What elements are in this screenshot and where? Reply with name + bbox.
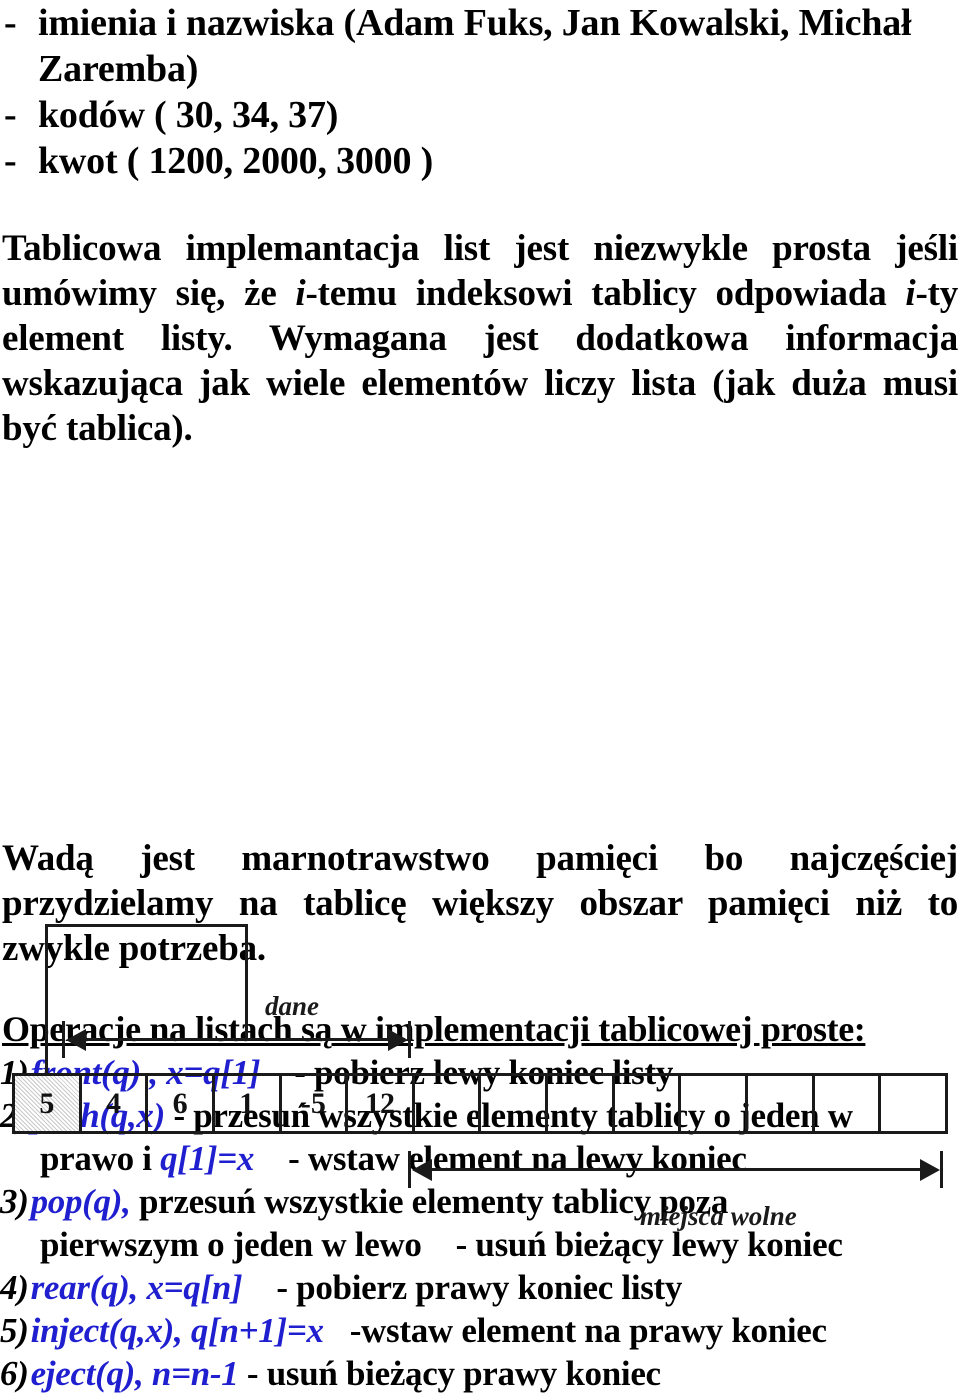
operation-description: - pobierz prawy koniec listy <box>276 1268 683 1307</box>
array-cell <box>548 1076 615 1131</box>
array-strip: 5 4 6 1 -5 12 <box>12 1073 948 1134</box>
operation-description: - usuń bieżący prawy koniec <box>246 1354 661 1393</box>
list-item: - kwot ( 1200, 2000, 3000 ) <box>0 138 960 184</box>
array-cell-value: 6 <box>172 1086 188 1120</box>
miejsca-wolne-label: miejsca wolne <box>640 1201 797 1231</box>
array-cell-value: 1 <box>239 1086 255 1120</box>
array-cell-value: 4 <box>105 1086 121 1120</box>
operation-item: 5) inject(q,x), q[n+1]=x -wstaw element n… <box>0 1309 960 1352</box>
operation-number: 6) <box>0 1354 29 1393</box>
array-cell <box>815 1076 882 1131</box>
operation-continuation: prawo i q[1]=x - wstaw element na lewy ko… <box>0 1137 960 1180</box>
free-space-arrow-left-tick <box>408 1151 411 1188</box>
free-space-arrow-right-head <box>920 1159 940 1181</box>
operation-item: 4) rear(q), x=q[n] - pobierz prawy koniec… <box>0 1266 960 1309</box>
operation-code: pop(q), <box>30 1182 131 1221</box>
free-space-arrow-line <box>426 1168 936 1171</box>
operation-code: inject(q,x), q[n+1]=x <box>30 1311 324 1350</box>
array-cell: 5 <box>15 1076 82 1131</box>
operation-continuation: pierwszym o jeden w lewo - usuń bieżący l… <box>0 1223 960 1266</box>
operation-cont-before: prawo i <box>40 1139 161 1178</box>
dane-arrow-line <box>80 1038 405 1041</box>
operation-body: pop(q), przesuń wszystkie elementy tabli… <box>31 1180 960 1223</box>
free-space-arrow-right-tick <box>940 1151 943 1188</box>
bullet-dash-icon: - <box>4 2 17 44</box>
array-cell: -5 <box>282 1076 349 1131</box>
array-diagram-figure: dane 5 4 6 1 -5 12 miejsca wolne <box>0 451 960 1231</box>
operation-cont-description: - wstaw element na lewy koniec <box>288 1139 747 1178</box>
operation-item: 6) eject(q), n=n-1 - usuń bieżący prawy … <box>0 1352 960 1395</box>
first-element-connector-line <box>45 1039 48 1076</box>
dane-arrow-right-head <box>388 1029 408 1051</box>
operation-item: 3) pop(q), przesuń wszystkie elementy ta… <box>0 1180 960 1223</box>
array-cell <box>681 1076 749 1131</box>
array-cell-value: 5 <box>39 1086 55 1120</box>
bullet-text: imienia i nazwiska (Adam Fuks, Jan Kowal… <box>38 2 912 90</box>
array-cell <box>615 1076 682 1131</box>
array-cell: 1 <box>215 1076 282 1131</box>
document-page: - imienia i nazwiska (Adam Fuks, Jan Kow… <box>0 0 960 1395</box>
array-cell: 4 <box>82 1076 149 1131</box>
operations-section: Operacje na listach są w implementacji t… <box>0 1007 960 1395</box>
array-cell <box>415 1076 482 1131</box>
array-cell: 6 <box>148 1076 215 1131</box>
dane-arrow-right-tick <box>408 1021 411 1058</box>
operation-body: eject(q), n=n-1 - usuń bieżący prawy kon… <box>31 1352 960 1395</box>
bullet-dash-icon: - <box>4 140 17 182</box>
array-cell-value: -5 <box>300 1086 326 1120</box>
array-cell-value: 12 <box>365 1086 396 1120</box>
intro-emphasis-i-1: i <box>295 273 306 314</box>
array-cell <box>748 1076 815 1131</box>
operation-cont-before: pierwszym o jeden w lewo <box>40 1225 422 1264</box>
dane-label: dane <box>265 991 319 1021</box>
array-cell <box>481 1076 549 1131</box>
first-element-bracket <box>45 924 248 1039</box>
bullet-dash-icon: - <box>4 94 17 136</box>
list-item: - kodów ( 30, 34, 37) <box>0 92 960 138</box>
dane-arrow-left-tick <box>62 1021 65 1058</box>
operation-body: inject(q,x), q[n+1]=x -wstaw element na p… <box>31 1309 960 1352</box>
operation-number: 5) <box>0 1311 29 1350</box>
operation-cont-code: q[1]=x <box>160 1139 255 1178</box>
bullet-list: - imienia i nazwiska (Adam Fuks, Jan Kow… <box>0 0 960 184</box>
bullet-text: kodów ( 30, 34, 37) <box>38 94 339 136</box>
array-cell: 12 <box>348 1076 415 1131</box>
operation-body: rear(q), x=q[n] - pobierz prawy koniec li… <box>31 1266 960 1309</box>
intro-paragraph: Tablicowa implemantacja list jest niezwy… <box>0 226 960 451</box>
operation-number: 3) <box>0 1182 29 1221</box>
intro-emphasis-i-2: i <box>905 273 916 314</box>
intro-text-part2: -temu indeksowi tablicy odpowiada <box>305 273 906 314</box>
bullet-text: kwot ( 1200, 2000, 3000 ) <box>38 140 434 182</box>
operation-description: -wstaw element na prawy koniec <box>349 1311 827 1350</box>
operation-code: eject(q), n=n-1 <box>30 1354 239 1393</box>
operation-number: 4) <box>0 1268 29 1307</box>
list-item: - imienia i nazwiska (Adam Fuks, Jan Kow… <box>0 0 960 92</box>
array-cell <box>881 1076 945 1131</box>
operation-code: rear(q), x=q[n] <box>30 1268 243 1307</box>
